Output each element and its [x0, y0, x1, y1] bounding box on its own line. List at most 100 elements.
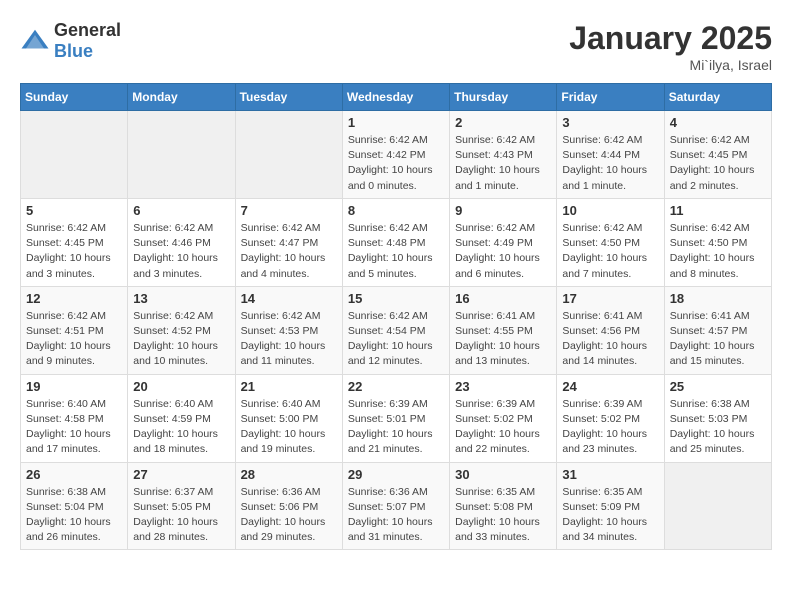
day-number: 27	[133, 467, 229, 482]
logo-text: General Blue	[54, 20, 121, 62]
day-info: Sunrise: 6:35 AM Sunset: 5:09 PM Dayligh…	[562, 485, 658, 546]
day-info: Sunrise: 6:39 AM Sunset: 5:02 PM Dayligh…	[562, 397, 658, 458]
day-info: Sunrise: 6:38 AM Sunset: 5:04 PM Dayligh…	[26, 485, 122, 546]
day-info: Sunrise: 6:37 AM Sunset: 5:05 PM Dayligh…	[133, 485, 229, 546]
page-header: General Blue January 2025 Mi`ilya, Israe…	[20, 20, 772, 73]
location: Mi`ilya, Israel	[569, 57, 772, 73]
day-number: 17	[562, 291, 658, 306]
day-number: 12	[26, 291, 122, 306]
day-info: Sunrise: 6:42 AM Sunset: 4:49 PM Dayligh…	[455, 221, 551, 282]
calendar-cell: 6 Sunrise: 6:42 AM Sunset: 4:46 PM Daylig…	[128, 198, 235, 286]
day-number: 3	[562, 115, 658, 130]
day-number: 29	[348, 467, 444, 482]
title-block: January 2025 Mi`ilya, Israel	[569, 20, 772, 73]
calendar-cell: 9 Sunrise: 6:42 AM Sunset: 4:49 PM Daylig…	[450, 198, 557, 286]
day-number: 15	[348, 291, 444, 306]
calendar-cell: 21Sunrise: 6:40 AM Sunset: 5:00 PM Dayli…	[235, 374, 342, 462]
calendar-cell: 15 Sunrise: 6:42 AM Sunset: 4:54 PM Dayli…	[342, 286, 449, 374]
calendar-cell: 14 Sunrise: 6:42 AM Sunset: 4:53 PM Dayli…	[235, 286, 342, 374]
calendar-cell: 5 Sunrise: 6:42 AM Sunset: 4:45 PM Daylig…	[21, 198, 128, 286]
day-info: Sunrise: 6:42 AM Sunset: 4:52 PM Dayligh…	[133, 309, 229, 370]
week-row-4: 19 Sunrise: 6:40 AM Sunset: 4:58 PM Dayli…	[21, 374, 772, 462]
month-title: January 2025	[569, 20, 772, 57]
calendar-cell: 18 Sunrise: 6:41 AM Sunset: 4:57 PM Dayli…	[664, 286, 771, 374]
day-number: 16	[455, 291, 551, 306]
day-info: Sunrise: 6:41 AM Sunset: 4:56 PM Dayligh…	[562, 309, 658, 370]
day-number: 18	[670, 291, 766, 306]
calendar-cell: 8Sunrise: 6:42 AM Sunset: 4:48 PM Daylig…	[342, 198, 449, 286]
day-number: 30	[455, 467, 551, 482]
day-number: 9	[455, 203, 551, 218]
logo-icon	[20, 26, 50, 56]
day-info: Sunrise: 6:42 AM Sunset: 4:46 PM Dayligh…	[133, 221, 229, 282]
day-info: Sunrise: 6:42 AM Sunset: 4:45 PM Dayligh…	[26, 221, 122, 282]
day-info: Sunrise: 6:42 AM Sunset: 4:54 PM Dayligh…	[348, 309, 444, 370]
day-number: 23	[455, 379, 551, 394]
weekday-header-monday: Monday	[128, 84, 235, 111]
calendar-cell: 28 Sunrise: 6:36 AM Sunset: 5:06 PM Dayli…	[235, 462, 342, 550]
day-number: 10	[562, 203, 658, 218]
calendar-cell: 4 Sunrise: 6:42 AM Sunset: 4:45 PM Daylig…	[664, 111, 771, 199]
day-info: Sunrise: 6:41 AM Sunset: 4:55 PM Dayligh…	[455, 309, 551, 370]
calendar-cell	[235, 111, 342, 199]
week-row-5: 26 Sunrise: 6:38 AM Sunset: 5:04 PM Dayli…	[21, 462, 772, 550]
calendar-cell: 20Sunrise: 6:40 AM Sunset: 4:59 PM Dayli…	[128, 374, 235, 462]
day-info: Sunrise: 6:42 AM Sunset: 4:50 PM Dayligh…	[562, 221, 658, 282]
day-info: Sunrise: 6:42 AM Sunset: 4:50 PM Dayligh…	[670, 221, 766, 282]
day-number: 11	[670, 203, 766, 218]
calendar-cell: 31 Sunrise: 6:35 AM Sunset: 5:09 PM Dayli…	[557, 462, 664, 550]
logo-general: General	[54, 20, 121, 40]
day-number: 19	[26, 379, 122, 394]
day-number: 24	[562, 379, 658, 394]
day-number: 7	[241, 203, 337, 218]
calendar-cell: 19 Sunrise: 6:40 AM Sunset: 4:58 PM Dayli…	[21, 374, 128, 462]
day-number: 4	[670, 115, 766, 130]
weekday-header-row: SundayMondayTuesdayWednesdayThursdayFrid…	[21, 84, 772, 111]
day-number: 14	[241, 291, 337, 306]
day-info: Sunrise: 6:42 AM Sunset: 4:47 PM Dayligh…	[241, 221, 337, 282]
day-info: Sunrise: 6:42 AM Sunset: 4:45 PM Dayligh…	[670, 133, 766, 194]
week-row-3: 12 Sunrise: 6:42 AM Sunset: 4:51 PM Dayli…	[21, 286, 772, 374]
weekday-header-saturday: Saturday	[664, 84, 771, 111]
calendar-cell: 12 Sunrise: 6:42 AM Sunset: 4:51 PM Dayli…	[21, 286, 128, 374]
day-info: Sunrise: 6:42 AM Sunset: 4:48 PM Dayligh…	[348, 221, 444, 282]
calendar-cell: 3Sunrise: 6:42 AM Sunset: 4:44 PM Daylig…	[557, 111, 664, 199]
calendar-cell: 11 Sunrise: 6:42 AM Sunset: 4:50 PM Dayli…	[664, 198, 771, 286]
day-number: 2	[455, 115, 551, 130]
day-info: Sunrise: 6:42 AM Sunset: 4:42 PM Dayligh…	[348, 133, 444, 194]
day-number: 26	[26, 467, 122, 482]
logo: General Blue	[20, 20, 121, 62]
weekday-header-wednesday: Wednesday	[342, 84, 449, 111]
day-info: Sunrise: 6:39 AM Sunset: 5:02 PM Dayligh…	[455, 397, 551, 458]
calendar-cell: 29 Sunrise: 6:36 AM Sunset: 5:07 PM Dayli…	[342, 462, 449, 550]
day-info: Sunrise: 6:42 AM Sunset: 4:53 PM Dayligh…	[241, 309, 337, 370]
day-info: Sunrise: 6:42 AM Sunset: 4:51 PM Dayligh…	[26, 309, 122, 370]
day-info: Sunrise: 6:41 AM Sunset: 4:57 PM Dayligh…	[670, 309, 766, 370]
day-number: 31	[562, 467, 658, 482]
calendar-cell	[21, 111, 128, 199]
day-info: Sunrise: 6:42 AM Sunset: 4:43 PM Dayligh…	[455, 133, 551, 194]
calendar-cell: 2 Sunrise: 6:42 AM Sunset: 4:43 PM Daylig…	[450, 111, 557, 199]
calendar-cell: 22Sunrise: 6:39 AM Sunset: 5:01 PM Dayli…	[342, 374, 449, 462]
calendar-cell: 30 Sunrise: 6:35 AM Sunset: 5:08 PM Dayli…	[450, 462, 557, 550]
day-number: 1	[348, 115, 444, 130]
calendar-cell: 17 Sunrise: 6:41 AM Sunset: 4:56 PM Dayli…	[557, 286, 664, 374]
day-info: Sunrise: 6:40 AM Sunset: 5:00 PM Dayligh…	[241, 397, 337, 458]
day-number: 25	[670, 379, 766, 394]
weekday-header-tuesday: Tuesday	[235, 84, 342, 111]
calendar-cell: 1 Sunrise: 6:42 AM Sunset: 4:42 PM Daylig…	[342, 111, 449, 199]
day-info: Sunrise: 6:38 AM Sunset: 5:03 PM Dayligh…	[670, 397, 766, 458]
day-info: Sunrise: 6:40 AM Sunset: 4:58 PM Dayligh…	[26, 397, 122, 458]
day-info: Sunrise: 6:36 AM Sunset: 5:07 PM Dayligh…	[348, 485, 444, 546]
calendar-cell: 13Sunrise: 6:42 AM Sunset: 4:52 PM Dayli…	[128, 286, 235, 374]
day-info: Sunrise: 6:36 AM Sunset: 5:06 PM Dayligh…	[241, 485, 337, 546]
calendar-cell	[664, 462, 771, 550]
day-number: 22	[348, 379, 444, 394]
calendar-cell: 23 Sunrise: 6:39 AM Sunset: 5:02 PM Dayli…	[450, 374, 557, 462]
day-number: 5	[26, 203, 122, 218]
logo-blue: Blue	[54, 41, 93, 61]
day-number: 28	[241, 467, 337, 482]
calendar-cell: 7 Sunrise: 6:42 AM Sunset: 4:47 PM Daylig…	[235, 198, 342, 286]
day-number: 6	[133, 203, 229, 218]
day-info: Sunrise: 6:35 AM Sunset: 5:08 PM Dayligh…	[455, 485, 551, 546]
